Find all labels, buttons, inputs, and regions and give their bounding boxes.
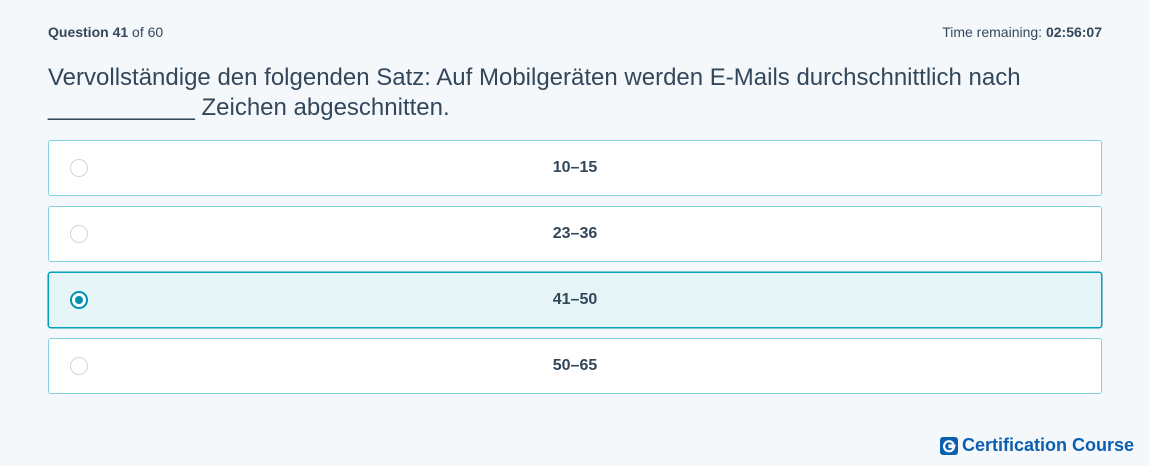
answer-option-1[interactable]: 10–15 — [48, 140, 1102, 196]
answer-option-label: 50–65 — [552, 357, 598, 374]
answer-option-3[interactable]: 41–50 — [48, 272, 1102, 328]
question-total: 60 — [147, 24, 164, 40]
answer-option-2[interactable]: 23–36 — [48, 206, 1102, 262]
time-remaining: Time remaining: 02:56:07 — [942, 24, 1102, 40]
brand-logo: Certification Course — [939, 435, 1134, 456]
answer-option-4[interactable]: 50–65 — [48, 338, 1102, 394]
quiz-header: Question 41 of 60 Time remaining: 02:56:… — [48, 22, 1102, 42]
question-line-1: Vervollständige den folgenden Satz: Auf … — [48, 64, 1021, 91]
question-label: Question — [48, 24, 109, 40]
brand-name: Certification Course — [961, 435, 1134, 455]
answer-options: 10–15 23–36 41–50 50–65 — [48, 140, 1102, 404]
of-label: of — [132, 24, 144, 40]
g-logo-icon — [939, 436, 958, 455]
question-number: 41 — [112, 24, 129, 40]
question-counter: Question 41 of 60 — [48, 24, 163, 40]
answer-option-label: 23–36 — [552, 225, 598, 242]
question-line-2: ___________ Zeichen abgeschnitten. — [48, 94, 450, 121]
question-text: Vervollständige den folgenden Satz: Auf … — [48, 63, 1090, 123]
answer-option-label: 41–50 — [552, 291, 598, 308]
g-logo-svg — [942, 439, 956, 452]
time-label: Time remaining: — [942, 24, 1043, 40]
time-value: 02:56:07 — [1045, 24, 1102, 40]
answer-option-label: 10–15 — [552, 159, 598, 176]
